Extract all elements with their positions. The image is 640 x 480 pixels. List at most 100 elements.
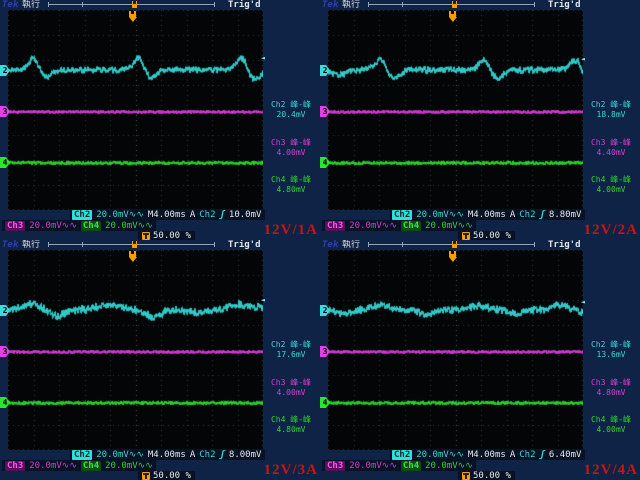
trigger-position-mini-icon: [142, 472, 150, 480]
ch3-scale: 20.0mV∿∿: [349, 221, 397, 231]
ch2-scale: 20.0mV∿∿: [96, 210, 144, 220]
trigger-source: Ch2: [199, 210, 215, 220]
timebase: M4.00ms: [148, 450, 186, 460]
record-bar-tick: [402, 242, 403, 247]
ch3-ch4-readout-row: Ch3 20.0mV∿∿ Ch4 20.0mV∿∿: [2, 460, 156, 471]
meas-channel: Ch3: [271, 138, 285, 147]
ch2-scale: 20.0mV∿∿: [96, 450, 144, 460]
meas-type: 峰-峰: [610, 138, 631, 147]
acquisition-status: 執行: [342, 0, 360, 10]
waveform-display: [8, 250, 263, 450]
meas-type: 峰-峰: [290, 415, 311, 424]
record-bar-tick: [48, 242, 49, 247]
ch3-pkpk-measurement: Ch3 峰-峰 4.00mV: [262, 138, 320, 158]
scope-topbar: Tek 執行 Trig'd: [320, 0, 640, 10]
trigger-position-marker-icon: [452, 241, 457, 248]
ch3-scale: 20.0mV∿∿: [29, 221, 77, 231]
trigger-source: Ch2: [199, 450, 215, 460]
trigger-mode: A: [190, 210, 195, 220]
meas-type: 峰-峰: [290, 138, 311, 147]
scale-value: 20.0mV: [425, 221, 458, 231]
scope-quadrant-12v-4a: Tek 執行 Trig'd ◄ 2 3 4 Ch2 峰-峰 13.6mV: [320, 240, 640, 480]
tek-logo: Tek: [322, 240, 338, 250]
ch4-pkpk-measurement: Ch4 峰-峰 4.00mV: [582, 415, 640, 435]
trigger-position-marker-icon: [452, 1, 457, 8]
coupling-icon: ∿∿: [382, 461, 397, 471]
meas-value: 20.4mV: [262, 110, 320, 120]
meas-channel: Ch2: [591, 340, 605, 349]
trigger-position-mini-icon: [142, 232, 150, 240]
meas-value: 4.00mV: [262, 388, 320, 398]
coupling-icon: ∿∿: [129, 210, 144, 220]
meas-channel: Ch2: [271, 340, 285, 349]
ch3-pkpk-measurement: Ch3 峰-峰 4.80mV: [582, 378, 640, 398]
ch2-tag: Ch2: [392, 450, 412, 460]
trigger-mode: A: [190, 450, 195, 460]
scope-quadrant-12v-1a: Tek 執行 Trig'd ◄ 2 3 4 Ch2 峰-峰 20.4mV: [0, 0, 320, 240]
timebase: M4.00ms: [468, 450, 506, 460]
trigger-arrow-icon: [449, 17, 457, 22]
meas-type: 峰-峰: [610, 378, 631, 387]
tek-logo: Tek: [322, 0, 338, 10]
ch4-scale: 20.0mV∿∿: [425, 461, 473, 471]
graticule-display: ◄: [8, 250, 263, 450]
trigger-arrow-icon: [129, 17, 137, 22]
trigger-mode: A: [510, 210, 515, 220]
record-bar-tick: [534, 2, 535, 7]
meas-value: 4.00mV: [262, 148, 320, 158]
record-view-bar: [368, 1, 535, 9]
ch4-scale: 20.0mV∿∿: [425, 221, 473, 231]
horizontal-position-readout: 50.00 %: [458, 231, 515, 240]
meas-channel: Ch4: [271, 415, 285, 424]
meas-type: 峰-峰: [610, 175, 631, 184]
ch3-pkpk-measurement: Ch3 峰-峰 4.00mV: [262, 378, 320, 398]
load-condition-label: 12V/2A: [584, 222, 638, 239]
record-bar-tick: [368, 2, 369, 7]
meas-title: Ch2 峰-峰: [582, 100, 640, 110]
coupling-icon: ∿∿: [458, 221, 473, 231]
meas-title: Ch3 峰-峰: [262, 378, 320, 388]
trigger-flag-icon: [129, 11, 136, 17]
meas-type: 峰-峰: [290, 100, 311, 109]
horizontal-position-readout: 50.00 %: [138, 471, 195, 480]
record-view-bar: [48, 1, 215, 9]
ch3-tag: Ch3: [5, 461, 25, 471]
meas-value: 17.6mV: [262, 350, 320, 360]
scale-value: 20.0mV: [105, 221, 138, 231]
acquisition-status: 執行: [342, 240, 360, 250]
horizontal-position-value: 50.00 %: [473, 231, 511, 240]
meas-channel: Ch3: [591, 138, 605, 147]
rising-edge-icon: ʃ: [220, 450, 225, 460]
load-condition-label: 12V/1A: [264, 222, 318, 239]
ch4-scale: 20.0mV∿∿: [105, 221, 153, 231]
scope-quadrant-12v-2a: Tek 執行 Trig'd ◄ 2 3 4 Ch2 峰-峰 18.8mV: [320, 0, 640, 240]
coupling-icon: ∿∿: [138, 461, 153, 471]
ch2-pkpk-measurement: Ch2 峰-峰 18.8mV: [582, 100, 640, 120]
scale-value: 20.0mV: [425, 461, 458, 471]
trigger-level-icon: ◄: [581, 299, 585, 306]
ch2-tag: Ch2: [72, 210, 92, 220]
ch4-tag: Ch4: [401, 221, 421, 231]
trigger-position-icon: [449, 251, 457, 262]
load-condition-label: 12V/3A: [264, 462, 318, 479]
trigger-status: Trig'd: [228, 0, 261, 10]
meas-type: 峰-峰: [610, 415, 631, 424]
tek-logo: Tek: [2, 0, 18, 10]
meas-value: 4.00mV: [582, 425, 640, 435]
rising-edge-icon: ʃ: [540, 210, 545, 220]
trigger-position-marker-icon: [132, 241, 137, 248]
record-bar-tick: [402, 2, 403, 7]
meas-channel: Ch2: [271, 100, 285, 109]
coupling-icon: ∿∿: [62, 461, 77, 471]
trigger-position-icon: [129, 251, 137, 262]
scale-value: 20.0mV: [29, 221, 62, 231]
scope-topbar: Tek 執行 Trig'd: [0, 240, 320, 250]
ch2-readout-row: Ch2 20.0mV∿∿ M4.00ms A Ch2 ʃ 8.00mV: [70, 449, 265, 460]
trigger-arrow-icon: [449, 257, 457, 262]
meas-value: 4.00mV: [582, 185, 640, 195]
waveform-display: [328, 250, 583, 450]
coupling-icon: ∿∿: [449, 210, 464, 220]
ch2-scale: 20.0mV∿∿: [416, 450, 464, 460]
ch3-ch4-readout-row: Ch3 20.0mV∿∿ Ch4 20.0mV∿∿: [322, 220, 476, 231]
graticule-display: ◄: [328, 250, 583, 450]
